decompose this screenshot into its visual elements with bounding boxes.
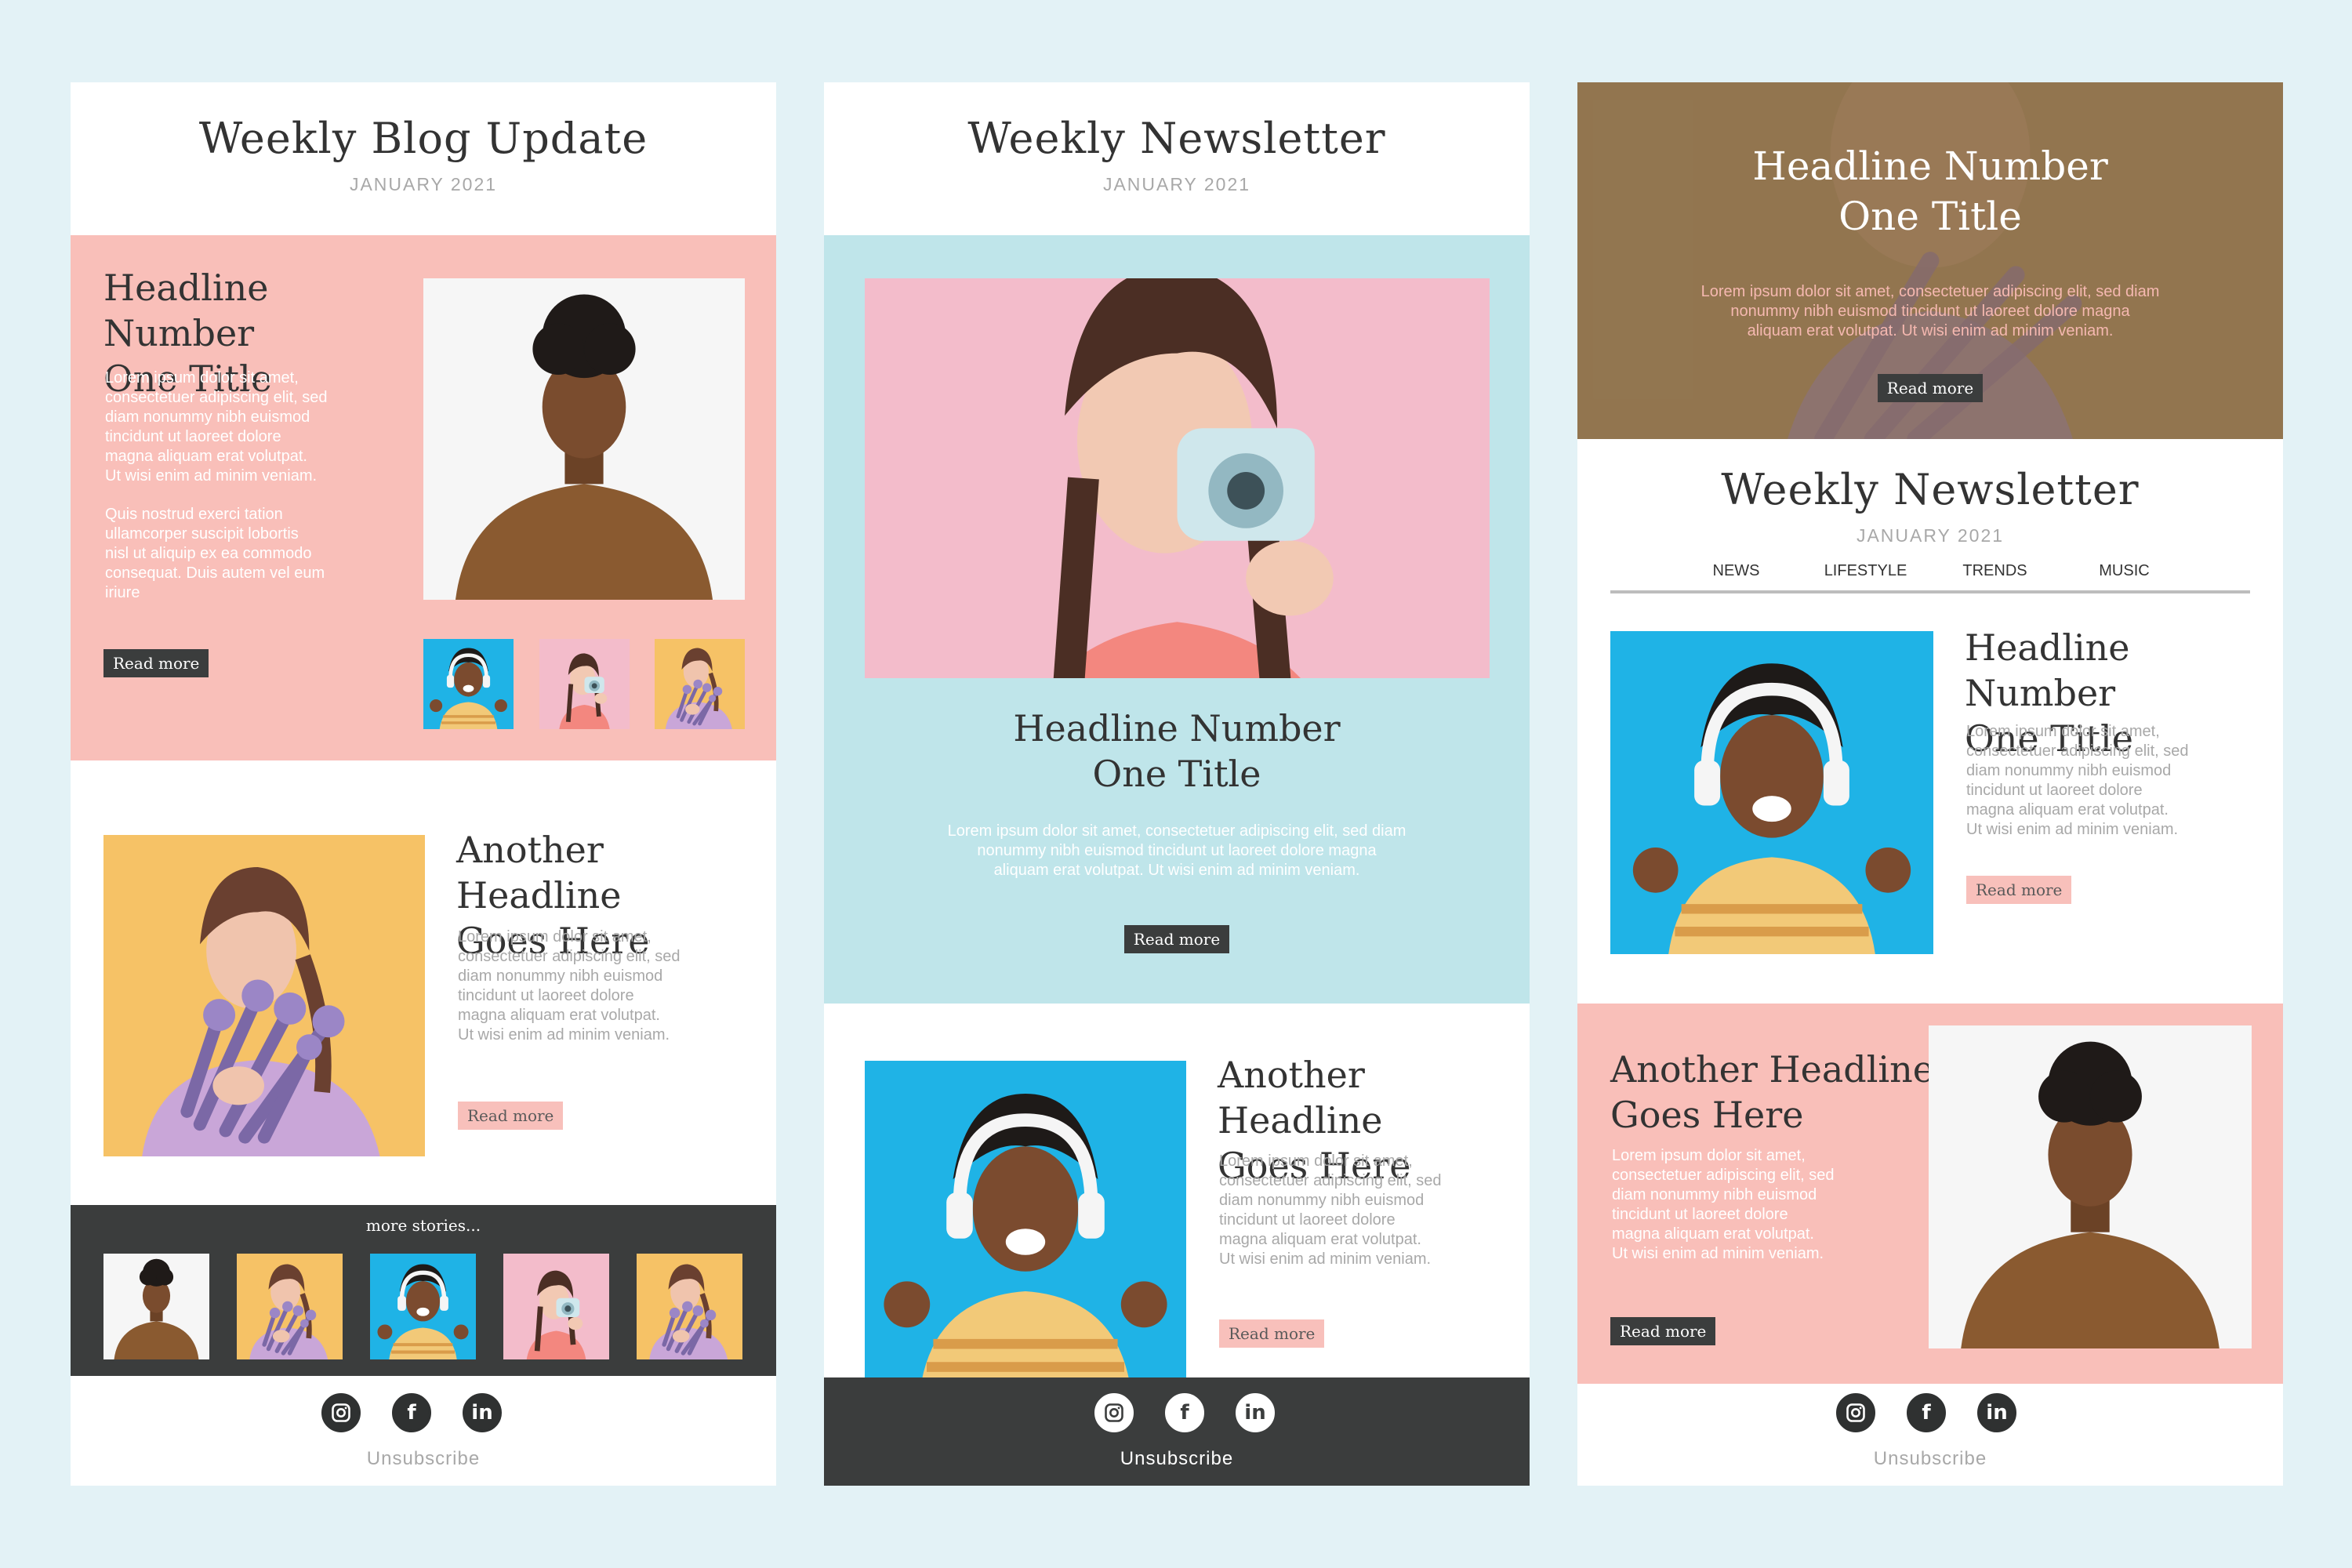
more-stories-label: more stories... <box>365 1216 481 1235</box>
hero-headline: Headline Number One Title <box>1013 707 1341 795</box>
story-thumb-lavender-2[interactable] <box>637 1254 742 1359</box>
story-thumb-brown[interactable] <box>103 1254 209 1359</box>
second-headline: Another Headline Goes Here <box>1610 1048 1934 1136</box>
linkedin-icon[interactable]: in <box>463 1393 502 1432</box>
nav-music[interactable]: MUSIC <box>2060 562 2189 590</box>
linkedin-icon[interactable]: in <box>1977 1393 2016 1432</box>
second-section: Another Headline Goes Here Lorem ipsum d… <box>1577 1004 2283 1384</box>
masthead: Weekly Blog Update JANUARY 2021 <box>71 114 776 195</box>
hero-read-more-button[interactable]: Read more <box>103 649 209 677</box>
newsletter-panel-weekly: Weekly Newsletter JANUARY 2021 Headline … <box>824 82 1530 1486</box>
second-read-more-button[interactable]: Read more <box>1610 1317 1716 1345</box>
nav-trends[interactable]: TRENDS <box>1930 562 2060 590</box>
feature-photo <box>1610 631 1933 954</box>
more-stories-strip: more stories... <box>71 1205 776 1376</box>
instagram-icon[interactable] <box>1836 1393 1875 1432</box>
unsubscribe-link[interactable]: Unsubscribe <box>1577 1448 2283 1470</box>
thumb-photo-headphones[interactable] <box>423 639 514 729</box>
masthead-date: JANUARY 2021 <box>1102 174 1251 194</box>
nav-bar: NEWS LIFESTYLE TRENDS MUSIC <box>1610 562 2250 593</box>
feature-body: Lorem ipsum dolor sit amet, consectetuer… <box>1966 723 2189 838</box>
social-links: f in <box>321 1393 502 1432</box>
facebook-icon[interactable]: f <box>1907 1393 1946 1432</box>
thumb-photo-lavender[interactable] <box>655 639 745 729</box>
hero-section: Headline Number One Title Lorem ipsum do… <box>824 235 1530 1004</box>
banner-read-more-button[interactable]: Read more <box>1877 374 1984 402</box>
story-thumb-headphones[interactable] <box>370 1254 476 1359</box>
second-body: Lorem ipsum dolor sit amet, consectetuer… <box>458 928 681 1044</box>
unsubscribe-link[interactable]: Unsubscribe <box>824 1448 1530 1470</box>
nav-news[interactable]: NEWS <box>1671 562 1801 590</box>
hero-body: Lorem ipsum dolor sit amet, consectetuer… <box>105 369 328 601</box>
second-body: Lorem ipsum dolor sit amet, consectetuer… <box>1612 1147 1835 1262</box>
banner-section: Headline Number One Title Lorem ipsum do… <box>1577 82 2283 439</box>
banner-body: Lorem ipsum dolor sit amet, consectetuer… <box>1700 283 2160 339</box>
social-links: f in <box>1094 1393 1275 1432</box>
hero-body: Lorem ipsum dolor sit amet, consectetuer… <box>947 822 1406 879</box>
masthead-title: Weekly Blog Update <box>198 114 648 163</box>
second-read-more-button[interactable]: Read more <box>458 1102 564 1130</box>
hero-section: Headline Number One Title Lorem ipsum do… <box>71 235 776 760</box>
hero-photo <box>423 278 745 600</box>
second-read-more-button[interactable]: Read more <box>1219 1319 1325 1348</box>
masthead: Weekly Newsletter JANUARY 2021 <box>824 114 1530 195</box>
nav-lifestyle[interactable]: LIFESTYLE <box>1801 562 1930 590</box>
hero-read-more-button[interactable]: Read more <box>1123 925 1230 953</box>
instagram-icon[interactable] <box>321 1393 361 1432</box>
thumb-photo-camera[interactable] <box>539 639 630 729</box>
instagram-icon[interactable] <box>1094 1393 1134 1432</box>
social-links: f in <box>1836 1393 2016 1432</box>
hero-photo <box>865 278 1490 678</box>
second-body: Lorem ipsum dolor sit amet, consectetuer… <box>1219 1152 1442 1268</box>
masthead-title: Weekly Newsletter <box>967 114 1386 163</box>
footer: f in Unsubscribe <box>824 1377 1530 1486</box>
story-thumb-camera[interactable] <box>503 1254 609 1359</box>
masthead: Weekly Newsletter JANUARY 2021 <box>1577 465 2283 546</box>
masthead-title: Weekly Newsletter <box>1721 465 2140 514</box>
facebook-icon[interactable]: f <box>1165 1393 1204 1432</box>
second-photo <box>103 835 425 1156</box>
second-photo <box>1929 1025 2252 1348</box>
second-photo <box>865 1061 1186 1390</box>
hero-button-row: Read more <box>824 925 1530 953</box>
facebook-icon[interactable]: f <box>392 1393 431 1432</box>
linkedin-icon[interactable]: in <box>1236 1393 1275 1432</box>
unsubscribe-link[interactable]: Unsubscribe <box>71 1448 776 1470</box>
newsletter-panel-blog-update: Weekly Blog Update JANUARY 2021 Headline… <box>71 82 776 1486</box>
feature-read-more-button[interactable]: Read more <box>1966 876 2072 904</box>
masthead-date: JANUARY 2021 <box>349 174 498 194</box>
newsletter-panel-banner: Headline Number One Title Lorem ipsum do… <box>1577 82 2283 1486</box>
masthead-date: JANUARY 2021 <box>1856 525 2005 546</box>
banner-headline: Headline Number One Title <box>1752 143 2108 239</box>
banner-button-row: Read more <box>1577 374 2283 402</box>
story-thumb-lavender[interactable] <box>237 1254 343 1359</box>
